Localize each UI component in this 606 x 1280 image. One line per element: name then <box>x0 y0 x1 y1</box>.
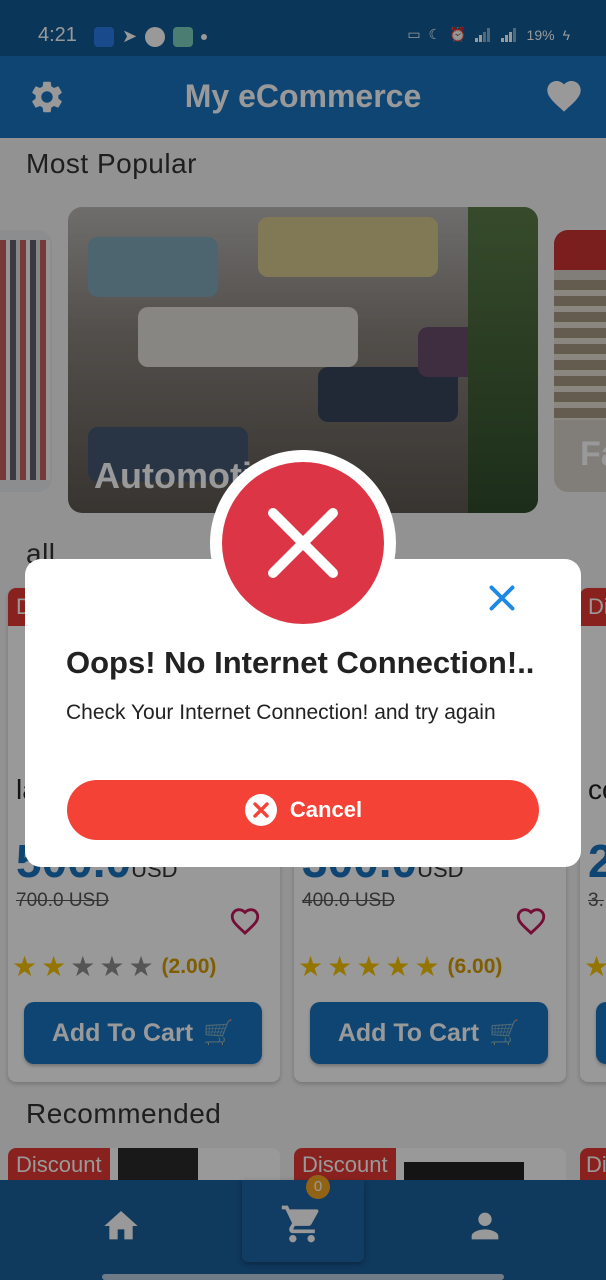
dialog-title: Oops! No Internet Connection!.. <box>66 645 535 680</box>
dialog-message: Check Your Internet Connection! and try … <box>66 701 496 724</box>
cancel-button[interactable]: Cancel <box>67 780 539 840</box>
close-icon[interactable] <box>484 580 520 616</box>
cancel-label: Cancel <box>289 797 363 822</box>
cancel-circle-x-icon <box>244 794 277 826</box>
error-x-icon <box>268 508 338 578</box>
error-circle <box>222 462 384 624</box>
